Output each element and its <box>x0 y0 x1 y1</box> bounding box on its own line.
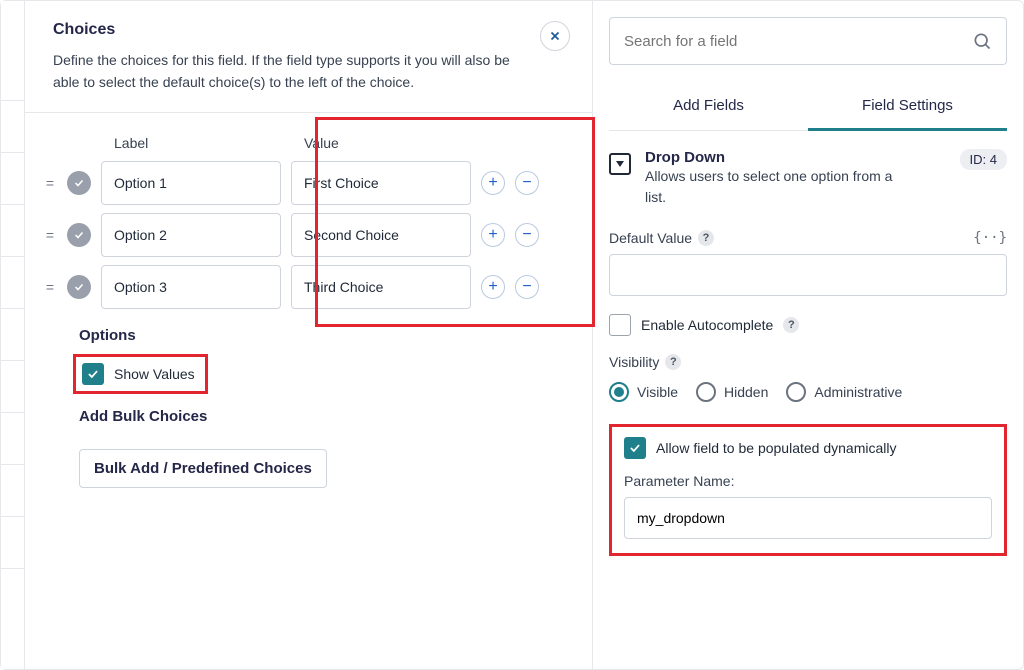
remove-choice-button[interactable]: − <box>515 171 539 195</box>
remove-choice-button[interactable]: − <box>515 223 539 247</box>
column-header-label: Label <box>109 135 289 151</box>
visibility-visible-label: Visible <box>637 384 678 400</box>
check-icon <box>73 229 85 241</box>
merge-tag-icon[interactable]: {··} <box>973 230 1007 246</box>
tab-field-settings[interactable]: Field Settings <box>808 83 1007 130</box>
default-value-label: Default Value <box>609 230 692 246</box>
visibility-admin-label: Administrative <box>814 384 902 400</box>
check-icon <box>86 367 100 381</box>
default-choice-radio[interactable] <box>67 223 91 247</box>
default-choice-radio[interactable] <box>67 275 91 299</box>
add-bulk-heading: Add Bulk Choices <box>79 408 574 425</box>
add-choice-button[interactable]: + <box>481 223 505 247</box>
options-heading: Options <box>79 327 574 344</box>
close-icon <box>548 29 562 43</box>
close-button[interactable] <box>540 21 570 51</box>
bulk-add-choices-button[interactable]: Bulk Add / Predefined Choices <box>79 449 327 488</box>
search-field[interactable] <box>609 17 1007 65</box>
drag-handle-icon[interactable]: = <box>43 279 57 295</box>
choice-value-input[interactable] <box>291 161 471 205</box>
column-header-value: Value <box>299 135 479 151</box>
tab-add-fields[interactable]: Add Fields <box>609 83 808 130</box>
check-icon <box>73 281 85 293</box>
choice-value-input[interactable] <box>291 265 471 309</box>
add-choice-button[interactable]: + <box>481 275 505 299</box>
check-icon <box>628 441 642 455</box>
help-icon[interactable]: ? <box>665 354 681 370</box>
add-choice-button[interactable]: + <box>481 171 505 195</box>
highlight-dynamic-population: Allow field to be populated dynamically … <box>609 424 1007 556</box>
parameter-name-input[interactable] <box>624 497 992 539</box>
radio-icon <box>696 382 716 402</box>
drag-handle-icon[interactable]: = <box>43 175 57 191</box>
choices-title: Choices <box>53 21 564 39</box>
show-values-label: Show Values <box>114 366 195 382</box>
help-icon[interactable]: ? <box>698 230 714 246</box>
default-choice-radio[interactable] <box>67 171 91 195</box>
highlight-show-values: Show Values <box>73 354 208 394</box>
field-title: Drop Down <box>645 149 905 166</box>
drag-handle-icon[interactable]: = <box>43 227 57 243</box>
field-settings-panel: Add Fields Field Settings Drop Down Allo… <box>593 1 1023 669</box>
visibility-label: Visibility <box>609 354 659 370</box>
visibility-admin-option[interactable]: Administrative <box>786 382 902 402</box>
enable-autocomplete-label: Enable Autocomplete <box>641 317 773 333</box>
field-description: Allows users to select one option from a… <box>645 166 905 208</box>
help-icon[interactable]: ? <box>783 317 799 333</box>
choice-row: = + − <box>43 261 574 313</box>
dropdown-field-icon <box>609 153 631 175</box>
allow-dynamic-label: Allow field to be populated dynamically <box>656 440 896 456</box>
enable-autocomplete-checkbox[interactable] <box>609 314 631 336</box>
radio-icon <box>609 382 629 402</box>
choice-row: = + − <box>43 209 574 261</box>
visibility-hidden-option[interactable]: Hidden <box>696 382 768 402</box>
remove-choice-button[interactable]: − <box>515 275 539 299</box>
search-input[interactable] <box>624 33 972 50</box>
check-icon <box>73 177 85 189</box>
allow-dynamic-checkbox[interactable] <box>624 437 646 459</box>
field-id-badge: ID: 4 <box>960 149 1007 170</box>
parameter-name-label: Parameter Name: <box>624 473 734 489</box>
left-gutter <box>1 1 25 669</box>
choice-label-input[interactable] <box>101 213 281 257</box>
visibility-hidden-label: Hidden <box>724 384 768 400</box>
choice-label-input[interactable] <box>101 161 281 205</box>
show-values-checkbox[interactable] <box>82 363 104 385</box>
choice-value-input[interactable] <box>291 213 471 257</box>
search-icon <box>972 31 992 51</box>
choice-label-input[interactable] <box>101 265 281 309</box>
choice-row: = + − <box>43 157 574 209</box>
default-value-input[interactable] <box>609 254 1007 296</box>
choices-panel: Choices Define the choices for this fiel… <box>25 1 593 669</box>
choices-subtitle: Define the choices for this field. If th… <box>53 49 513 94</box>
radio-icon <box>786 382 806 402</box>
visibility-visible-option[interactable]: Visible <box>609 382 678 402</box>
